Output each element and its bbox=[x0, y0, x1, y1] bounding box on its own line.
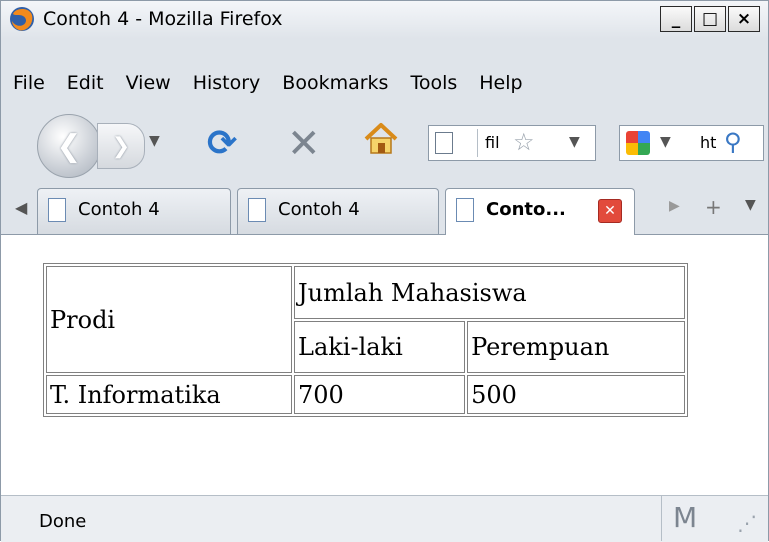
menu-bookmarks[interactable]: Bookmarks bbox=[282, 72, 388, 94]
table-row: T. Informatika 700 500 bbox=[46, 375, 685, 414]
student-table: Prodi Jumlah Mahasiswa Laki-laki Perempu… bbox=[43, 263, 688, 417]
tab-contoh-active[interactable]: Conto... ✕ bbox=[445, 188, 635, 236]
star-icon[interactable]: ☆ bbox=[513, 128, 535, 156]
url-separator bbox=[477, 129, 478, 157]
header-perempuan: Perempuan bbox=[467, 320, 685, 373]
history-dropdown-icon[interactable]: ▼ bbox=[149, 133, 160, 149]
browser-window: Contoh 4 - Mozilla Firefox _ □ × File Ed… bbox=[0, 0, 769, 542]
forward-arrow-icon[interactable]: ❯ bbox=[97, 123, 145, 169]
header-jumlah-mahasiswa: Jumlah Mahasiswa bbox=[294, 266, 685, 319]
header-prodi: Prodi bbox=[46, 266, 292, 373]
url-bar[interactable]: fil ☆ ▼ bbox=[428, 125, 596, 161]
cell-laki-laki: 700 bbox=[294, 375, 466, 414]
menu-help[interactable]: Help bbox=[479, 72, 522, 94]
search-engine-dropdown-icon[interactable]: ▼ bbox=[660, 134, 671, 150]
reload-icon[interactable]: ⟳ bbox=[207, 123, 237, 164]
url-dropdown-icon[interactable]: ▼ bbox=[569, 134, 580, 150]
menu-view[interactable]: View bbox=[126, 72, 171, 94]
plus-icon[interactable]: + bbox=[705, 195, 722, 219]
home-icon[interactable] bbox=[362, 121, 400, 157]
url-text[interactable]: fil bbox=[485, 133, 500, 152]
page-icon bbox=[435, 132, 453, 154]
table-row: Prodi Jumlah Mahasiswa bbox=[46, 266, 685, 373]
stop-icon[interactable]: ✕ bbox=[287, 121, 321, 167]
close-button[interactable]: × bbox=[728, 6, 760, 32]
page-icon bbox=[456, 198, 474, 222]
minimize-button[interactable]: _ bbox=[660, 6, 692, 32]
maximize-button[interactable]: □ bbox=[694, 6, 726, 32]
menu-file[interactable]: File bbox=[13, 72, 45, 94]
search-bar[interactable]: ▼ ht ⚲ bbox=[619, 125, 764, 161]
tab-contoh-4-2[interactable]: Contoh 4 bbox=[237, 188, 439, 234]
google-icon[interactable] bbox=[626, 131, 650, 155]
magnifier-icon[interactable]: ⚲ bbox=[724, 128, 742, 156]
status-text: Done bbox=[39, 511, 87, 532]
menu-history[interactable]: History bbox=[193, 72, 261, 94]
close-tab-icon[interactable]: ✕ bbox=[598, 199, 622, 223]
title-bar: Contoh 4 - Mozilla Firefox _ □ × bbox=[1, 1, 768, 39]
header-laki-laki: Laki-laki bbox=[294, 320, 466, 373]
cell-perempuan: 500 bbox=[467, 375, 685, 414]
tab-contoh-4-1[interactable]: Contoh 4 bbox=[37, 188, 231, 234]
status-bar bbox=[1, 495, 768, 542]
menu-tools[interactable]: Tools bbox=[410, 72, 457, 94]
menu-edit[interactable]: Edit bbox=[67, 72, 104, 94]
tab-label: Contoh 4 bbox=[278, 199, 360, 220]
tab-scroll-right-icon[interactable]: ▶ bbox=[669, 198, 680, 214]
page-icon bbox=[48, 198, 66, 222]
window-title: Contoh 4 - Mozilla Firefox bbox=[43, 8, 283, 30]
window-controls: _ □ × bbox=[660, 6, 760, 32]
search-text[interactable]: ht bbox=[700, 133, 716, 152]
cell-prodi: T. Informatika bbox=[46, 375, 292, 414]
back-arrow-icon[interactable]: ❮ bbox=[37, 114, 101, 178]
tab-label: Conto... bbox=[486, 199, 566, 220]
menu-bar: File Edit View History Bookmarks Tools H… bbox=[1, 61, 768, 105]
gmail-notifier-icon[interactable]: M bbox=[673, 501, 697, 534]
tab-label: Contoh 4 bbox=[78, 199, 160, 220]
firefox-icon bbox=[10, 7, 34, 31]
page-icon bbox=[248, 198, 266, 222]
tab-list-icon[interactable]: ▼ bbox=[745, 197, 756, 213]
tab-scroll-left-icon[interactable]: ◀ bbox=[15, 198, 27, 217]
resize-grip-icon[interactable]: ⋰ bbox=[737, 511, 757, 535]
